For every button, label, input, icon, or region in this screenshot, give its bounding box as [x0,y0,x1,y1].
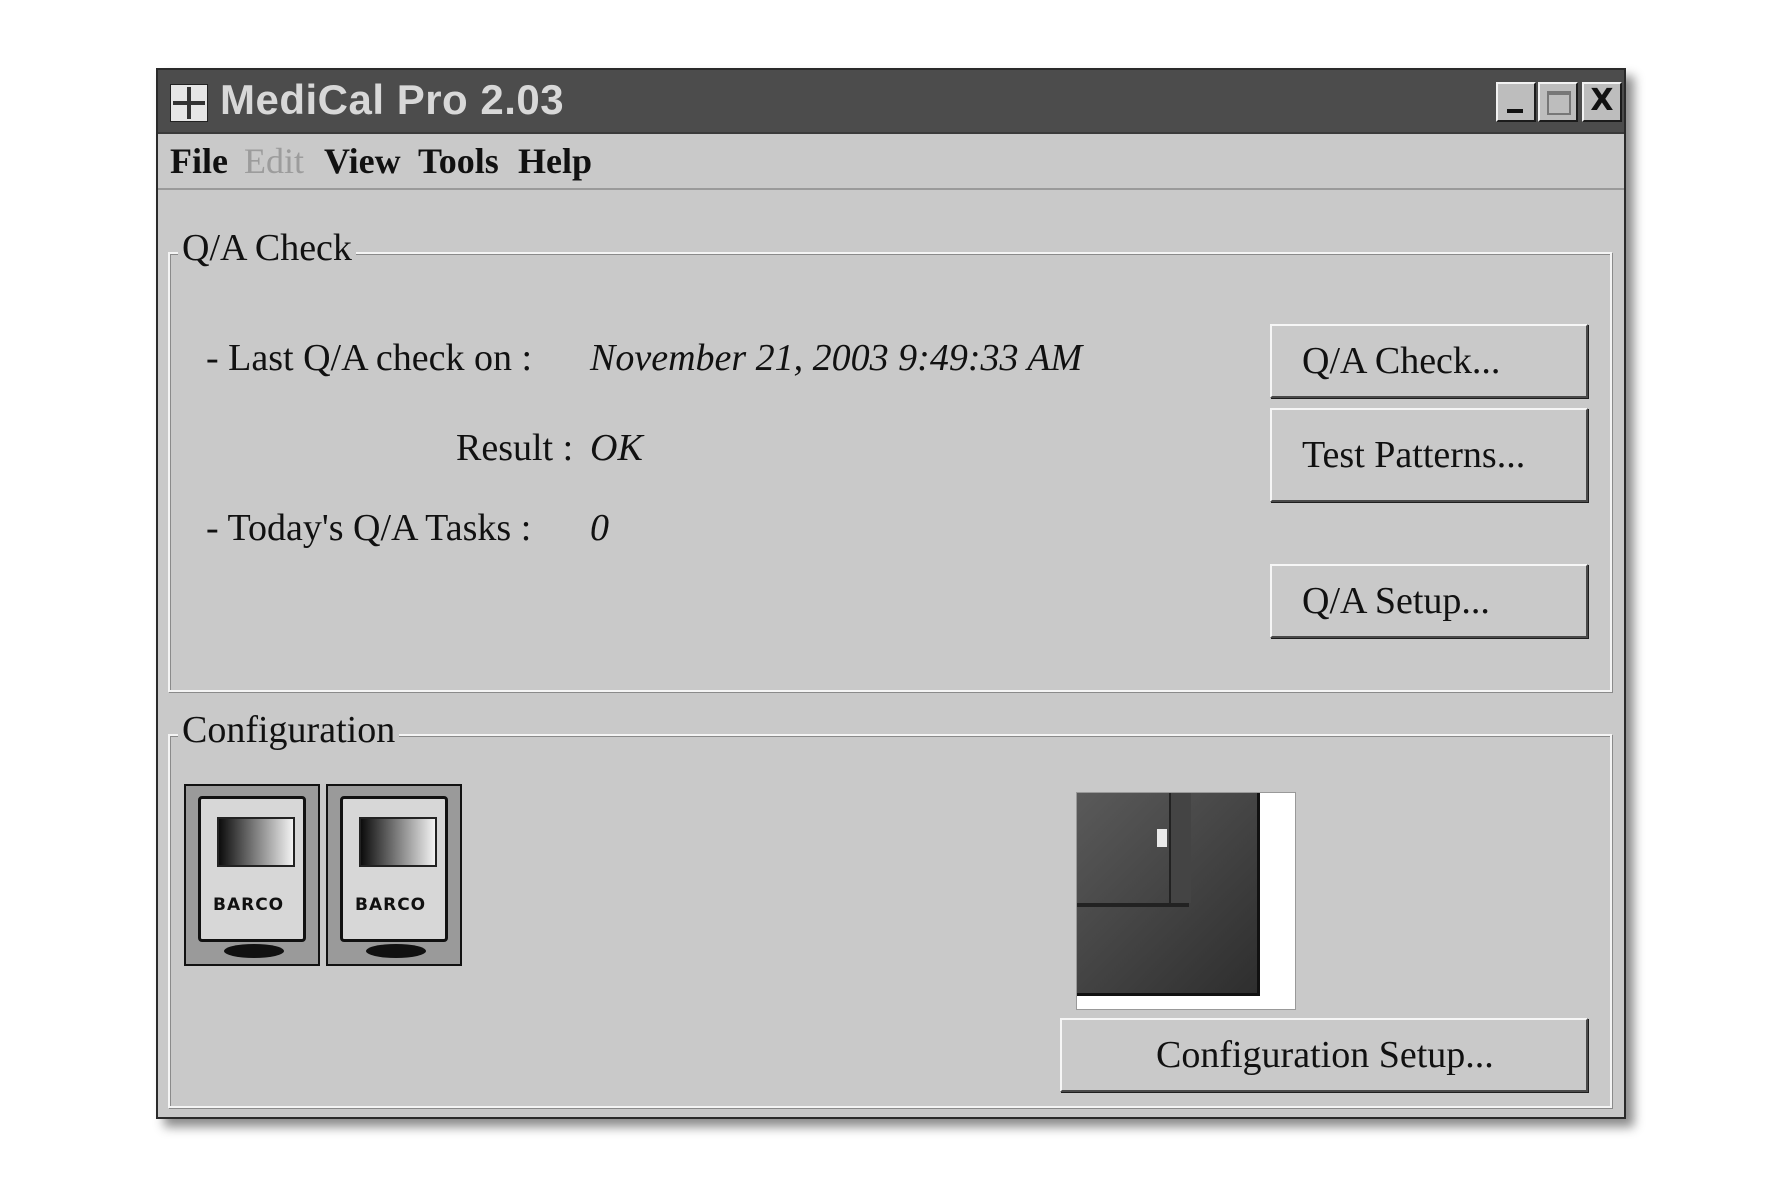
last-check-label: - Last Q/A check on : [206,337,533,379]
menu-tools[interactable]: Tools [418,140,499,182]
menu-bar: File Edit View Tools Help [158,132,1624,190]
result-value: OK [590,427,643,469]
monitor-screen [217,817,295,867]
display-panel-edge [1077,903,1189,907]
display-panel-notch [1157,829,1167,847]
menu-edit[interactable]: Edit [244,140,304,182]
monitor-icon: BARCO [340,796,448,942]
result-label: Result : [456,427,574,469]
close-icon: X [1590,83,1614,118]
menu-help[interactable]: Help [518,140,592,182]
configuration-group-title: Configuration [178,708,400,752]
monitor-brand: BARCO [213,895,285,915]
menu-view[interactable]: View [324,140,401,182]
configuration-group: Configuration BARCO BARCO Configuration … [168,708,1612,1108]
configuration-setup-button[interactable]: Configuration Setup... [1060,1018,1588,1092]
monitor-tile-2[interactable]: BARCO [326,784,462,966]
window-title: MediCal Pro 2.03 [220,76,565,123]
display-panel-frame [1169,793,1191,903]
title-bar[interactable]: MediCal Pro 2.03 X [158,70,1624,134]
app-icon[interactable] [170,84,208,122]
monitor-screen [359,817,437,867]
monitor-tile-1[interactable]: BARCO [184,784,320,966]
minimize-button[interactable] [1496,82,1536,122]
qa-check-group-title: Q/A Check [178,226,356,270]
last-check-value: November 21, 2003 9:49:33 AM [590,337,1083,379]
menu-file[interactable]: File [170,140,228,182]
monitor-stand [224,944,284,958]
test-patterns-button[interactable]: Test Patterns... [1270,408,1588,502]
maximize-button[interactable] [1538,82,1578,122]
monitor-icon: BARCO [198,796,306,942]
app-window: MediCal Pro 2.03 X File Edit View Tools … [156,68,1626,1119]
qa-tasks-value: 0 [590,507,609,549]
qa-check-button[interactable]: Q/A Check... [1270,324,1588,398]
qa-setup-button[interactable]: Q/A Setup... [1270,564,1588,638]
maximize-icon [1547,91,1571,115]
qa-tasks-label: - Today's Q/A Tasks : [206,507,532,549]
close-button[interactable]: X [1582,82,1622,122]
display-image [1076,792,1296,1010]
minimize-icon [1507,109,1523,113]
qa-check-group: Q/A Check - Last Q/A check on : November… [168,226,1612,692]
monitor-stand [366,944,426,958]
monitor-brand: BARCO [355,895,427,915]
